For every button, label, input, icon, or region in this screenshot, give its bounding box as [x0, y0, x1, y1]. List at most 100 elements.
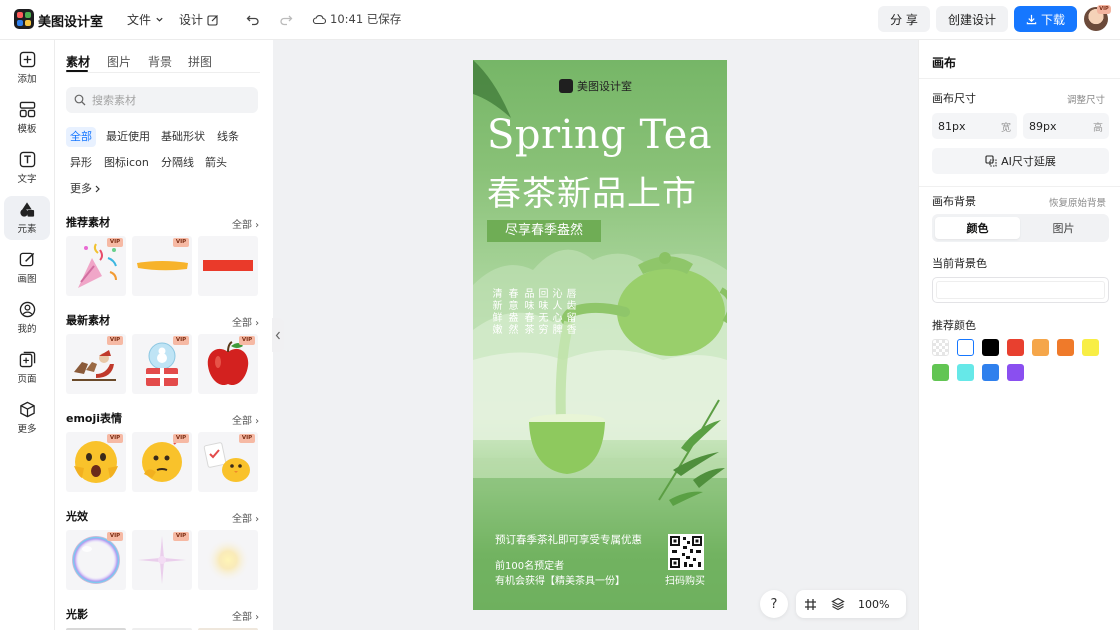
poster-vertical-line-3[interactable]: 品味春茶	[521, 288, 533, 336]
height-field[interactable]: 89px 高	[1023, 113, 1109, 139]
nav-mine[interactable]: 我的	[4, 296, 50, 340]
nav-more-label: 更多	[17, 424, 37, 435]
nav-draw[interactable]: 画图	[4, 246, 50, 290]
download-button[interactable]: 下载	[1014, 6, 1077, 32]
asset-thinking-emoji[interactable]: VIP	[132, 432, 192, 492]
see-all-latest[interactable]: 全部 ›	[232, 314, 259, 329]
poster-vertical-line-5[interactable]: 沁人心脾	[549, 288, 561, 336]
nav-more[interactable]: 更多	[4, 396, 50, 440]
asset-pink-sparkle[interactable]: VIP	[132, 530, 192, 590]
top-bar: 美图设计室 文件 设计 10:41 已保存 分 享 创建设计 下载 VIP	[0, 0, 1120, 40]
asset-red-apple[interactable]: VIP	[198, 334, 258, 394]
nav-templates[interactable]: 模板	[4, 96, 50, 140]
undo-icon[interactable]	[242, 9, 264, 31]
adjust-size-link[interactable]: 调整尺寸	[1067, 92, 1105, 106]
asset-yellow-glow[interactable]	[198, 530, 258, 590]
left-nav: 添加 模板 文字 元素 画图 我的 页面 更多	[0, 40, 55, 630]
category-lines[interactable]: 线条	[213, 127, 243, 147]
swatch-yellow[interactable]	[1082, 339, 1099, 356]
swatch-blue[interactable]	[982, 364, 999, 381]
text-icon	[19, 151, 35, 168]
category-icons[interactable]: 图标icon	[100, 153, 153, 173]
poster-promo-2[interactable]: 前100名预定者	[495, 557, 564, 572]
poster-title-cn[interactable]: 春茶新品上市	[487, 166, 697, 215]
file-menu[interactable]: 文件	[127, 11, 164, 28]
swatch-transparent[interactable]	[932, 339, 949, 356]
swatch-orange[interactable]	[1057, 339, 1074, 356]
tab-images[interactable]: 图片	[107, 53, 131, 70]
poster-canvas[interactable]: 美图设计室 Spring Tea 春茶新品上市 尽享春季盎然 清新鲜嫩 春意盎然…	[473, 60, 727, 610]
collapse-panel-handle[interactable]	[272, 318, 284, 352]
asset-confetti-popper[interactable]: VIP	[66, 236, 126, 296]
create-design-button[interactable]: 创建设计	[936, 6, 1008, 32]
tab-backgrounds[interactable]: 背景	[148, 53, 172, 70]
canvas-tools-bar: 100%	[796, 590, 906, 618]
vip-badge: VIP	[107, 434, 123, 443]
search-box[interactable]	[66, 87, 258, 113]
poster-vertical-line-2[interactable]: 春意盎然	[505, 288, 517, 336]
tab-materials[interactable]: 素材	[66, 53, 90, 70]
swatch-red[interactable]	[1007, 339, 1024, 356]
nav-add[interactable]: 添加	[4, 46, 50, 90]
asset-panel: 素材 图片 背景 拼图 全部 最近使用 基础形状 线条 异形 图标icon 分隔…	[56, 40, 272, 630]
asset-shocked-emoji[interactable]: VIP	[66, 432, 126, 492]
search-icon	[74, 94, 86, 106]
asset-snow-globe-gift[interactable]: VIP	[132, 334, 192, 394]
bg-type-image[interactable]: 图片	[1021, 217, 1106, 239]
tab-collage[interactable]: 拼图	[188, 53, 212, 70]
category-dividers[interactable]: 分隔线	[157, 153, 198, 173]
zoom-level[interactable]: 100%	[852, 598, 901, 611]
poster-vertical-line-6[interactable]: 唇齿留香	[563, 288, 575, 336]
poster-tagline[interactable]: 尽享春季盎然	[487, 220, 601, 242]
poster-vertical-line-1[interactable]: 清新鲜嫩	[489, 288, 501, 336]
poster-promo-3[interactable]: 有机会获得【精美茶具一份】	[495, 572, 625, 587]
layers-icon[interactable]	[824, 590, 852, 618]
search-input[interactable]	[92, 93, 242, 107]
category-more[interactable]: 更多	[66, 179, 105, 199]
asset-santa-sleigh[interactable]: VIP	[66, 334, 126, 394]
app-name[interactable]: 美图设计室	[38, 11, 103, 30]
poster-promo-1[interactable]: 预订春季茶礼即可享受专属优惠	[495, 532, 642, 547]
see-all-recommended[interactable]: 全部 ›	[232, 216, 259, 231]
asset-checklist-chick[interactable]: VIP	[198, 432, 258, 492]
see-all-emoji[interactable]: 全部 ›	[232, 412, 259, 427]
category-all[interactable]: 全部	[66, 127, 96, 147]
nav-pages[interactable]: 页面	[4, 346, 50, 390]
poster-qr-label[interactable]: 扫码购买	[665, 572, 705, 587]
poster-title-en[interactable]: Spring Tea	[487, 112, 712, 158]
swatch-white[interactable]	[957, 339, 974, 356]
help-button[interactable]: ?	[760, 590, 788, 618]
share-button[interactable]: 分 享	[878, 6, 930, 32]
category-basic-shapes[interactable]: 基础形状	[157, 127, 209, 147]
asset-soap-bubble[interactable]: VIP	[66, 530, 126, 590]
see-all-light-effects[interactable]: 全部 ›	[232, 510, 259, 525]
swatch-cyan[interactable]	[957, 364, 974, 381]
redo-icon[interactable]	[275, 9, 297, 31]
app-logo-icon[interactable]	[14, 9, 34, 29]
ai-extend-button[interactable]: AI尺寸延展	[932, 148, 1109, 174]
save-status-text: 10:41 已保存	[330, 12, 402, 26]
swatch-green[interactable]	[932, 364, 949, 381]
asset-yellow-brush-stroke[interactable]: VIP	[132, 236, 192, 296]
nav-text[interactable]: 文字	[4, 146, 50, 190]
swatch-purple[interactable]	[1007, 364, 1024, 381]
poster-qr-code[interactable]	[668, 534, 704, 570]
nav-elements[interactable]: 元素	[4, 196, 50, 240]
design-menu[interactable]: 设计	[179, 11, 219, 28]
asset-red-rectangle[interactable]	[198, 236, 258, 296]
bg-type-color[interactable]: 颜色	[935, 217, 1020, 239]
current-bg-color-field[interactable]	[932, 277, 1109, 303]
width-field[interactable]: 81px 宽	[932, 113, 1017, 139]
swatch-black[interactable]	[982, 339, 999, 356]
poster-brand[interactable]: 美图设计室	[559, 78, 632, 94]
swatch-light-orange[interactable]	[1032, 339, 1049, 356]
vip-badge: VIP	[173, 434, 189, 443]
see-all-light-shadow[interactable]: 全部 ›	[232, 608, 259, 623]
poster-vertical-line-4[interactable]: 回味无穷	[535, 288, 547, 336]
vip-badge: VIP	[107, 532, 123, 541]
category-recent[interactable]: 最近使用	[102, 127, 154, 147]
category-arrows[interactable]: 箭头	[201, 153, 231, 173]
grid-icon[interactable]	[796, 590, 824, 618]
category-irregular[interactable]: 异形	[66, 153, 96, 173]
reset-bg-link[interactable]: 恢复原始背景	[1049, 195, 1106, 209]
